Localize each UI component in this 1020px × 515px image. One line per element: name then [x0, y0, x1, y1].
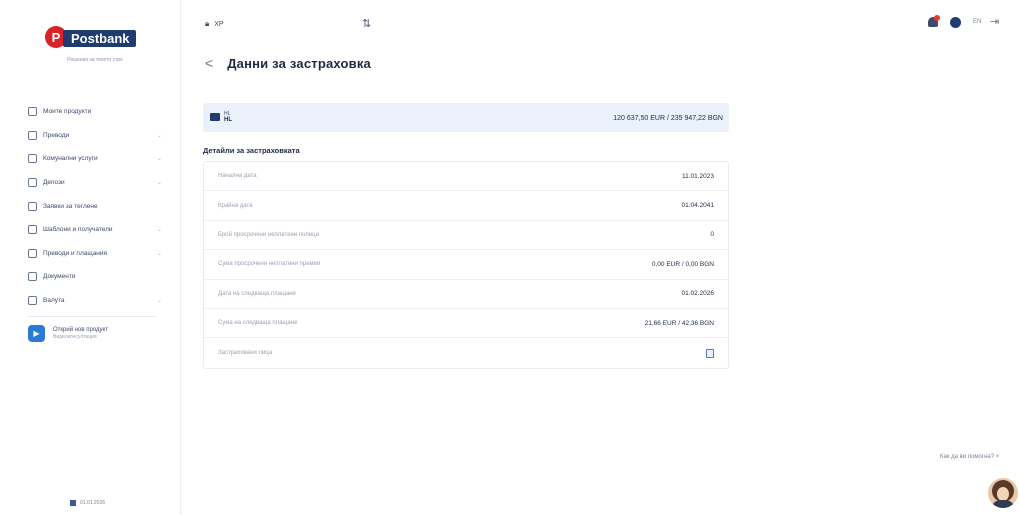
language-switch[interactable]: EN	[973, 19, 981, 25]
sidebar-item-label: Документи	[43, 273, 76, 281]
detail-row-insured-persons[interactable]: Застраховани лица	[204, 338, 728, 367]
sidebar-footer: 01.01.2026	[70, 500, 105, 506]
chevron-down-icon: ⌄	[156, 132, 162, 139]
withdrawal-icon	[28, 201, 37, 211]
detail-label: Застраховани лица	[218, 350, 273, 357]
footer-date: 01.01.2026	[80, 500, 106, 506]
detail-value: 11.01.2023	[681, 172, 714, 180]
detail-row-start-date: Начална дата 11.01.2023	[204, 162, 728, 192]
switch-icon[interactable]: ⇅	[362, 17, 371, 30]
detail-label: Сума просрочени неплатени премии	[218, 261, 321, 268]
documents-icon	[28, 272, 37, 282]
sidebar: P Postbank Решения за твоето утре Моите …	[0, 0, 181, 515]
sidebar-item-label: Преводи	[43, 131, 70, 139]
brand-tagline: Решения за твоето утре	[67, 57, 123, 63]
nav-divider	[28, 316, 156, 318]
postbank-logo[interactable]: P Postbank	[45, 26, 145, 48]
policy-summary: HL HL 120 637,50 EUR / 235 947,22 BGN	[203, 103, 729, 132]
detail-value: 0	[710, 231, 714, 239]
detail-label: Крайна дата	[218, 202, 253, 209]
calendar-icon	[70, 500, 76, 506]
promo-new-product[interactable]: ▶ Открий нов продукт Видеоконсултация	[28, 325, 168, 343]
detail-row-end-date: Крайна дата 01.04.2041	[204, 191, 728, 221]
sidebar-item-label: Комунални услуги	[43, 155, 98, 163]
top-bar: 🔒︎ ХР ⇅ EN ⇥	[180, 0, 1020, 40]
chevron-down-icon: ⌄	[156, 297, 162, 304]
notification-badge	[934, 15, 940, 21]
detail-row-next-payment-amount: Сума на следваща плащане 21,66 EUR / 42,…	[204, 309, 728, 339]
sidebar-item-deposits[interactable]: Депози ⌄	[28, 171, 168, 195]
back-button[interactable]: <	[205, 55, 213, 71]
lock-icon: 🔒︎	[205, 19, 210, 28]
sidebar-item-label: Депози	[43, 179, 65, 187]
store-indicator[interactable]: 🔒︎ ХР	[205, 19, 224, 29]
utilities-icon	[28, 154, 37, 164]
detail-row-next-payment-date: Дата на следваща плащане 01.02.2026	[204, 280, 728, 309]
sidebar-item-label: Моите продукти	[43, 108, 92, 116]
sidebar-item-transfers[interactable]: Преводи ⌄	[28, 124, 168, 148]
detail-value: 21,66 EUR / 42,36 BGN	[644, 319, 714, 327]
store-label: ХР	[214, 20, 224, 28]
card-icon	[210, 113, 220, 121]
page-title: Данни за застраховка	[227, 55, 371, 71]
chevron-down-icon: ⌄	[156, 179, 162, 186]
deposits-icon	[28, 178, 37, 188]
section-title: Детайли за застраховката	[203, 146, 300, 155]
sidebar-nav: Моите продукти Преводи ⌄ Комунални услуг…	[28, 100, 168, 343]
assistant-avatar[interactable]	[988, 478, 1018, 508]
detail-value: 0,00 EUR / 0,00 BGN	[651, 260, 714, 268]
detail-label: Брой просрочени неплатени полици	[218, 231, 319, 238]
user-profile-icon[interactable]	[950, 17, 961, 28]
page-header: < Данни за застраховка	[205, 55, 371, 71]
video-call-icon: ▶	[28, 325, 45, 343]
sidebar-item-label: Валута	[43, 297, 65, 305]
promo-title: Открий нов продукт	[53, 326, 108, 333]
details-table: Начална дата 11.01.2023 Крайна дата 01.0…	[203, 161, 729, 369]
detail-label: Дата на следваща плащане	[218, 290, 296, 297]
sidebar-item-payments[interactable]: Преводи и плащания ⌄	[28, 242, 168, 266]
detail-value: 01.04.2041	[681, 202, 714, 210]
products-icon	[28, 107, 37, 117]
detail-row-overdue-amount: Сума просрочени неплатени премии 0,00 EU…	[204, 250, 728, 280]
help-prompt[interactable]: Как да ви помогна? ×	[940, 454, 999, 460]
avatar-face	[997, 487, 1009, 501]
promo-subtitle: Видеоконсултация	[53, 333, 97, 340]
document-icon[interactable]	[706, 348, 714, 358]
sidebar-item-label: Преводи и плащания	[43, 249, 108, 257]
payments-icon	[28, 248, 37, 258]
templates-icon	[28, 225, 37, 235]
detail-value: 01.02.2026	[681, 290, 714, 298]
transfer-icon	[28, 130, 37, 140]
avatar-body	[991, 500, 1015, 508]
currency-icon	[28, 296, 37, 306]
sidebar-item-my-products[interactable]: Моите продукти	[28, 100, 168, 124]
detail-label: Сума на следваща плащане	[218, 320, 298, 327]
sidebar-item-templates[interactable]: Шаблони и получатели ⌄	[28, 218, 168, 242]
detail-label: Начална дата	[218, 173, 257, 180]
notification-bell-icon[interactable]	[926, 15, 940, 29]
chevron-down-icon: ⌄	[156, 156, 162, 163]
logout-icon[interactable]: ⇥	[990, 15, 999, 28]
sidebar-item-label: Шаблони и получатели	[43, 226, 113, 234]
sidebar-item-documents[interactable]: Документи	[28, 265, 168, 289]
sidebar-item-currency[interactable]: Валута ⌄	[28, 289, 168, 313]
logo-wordmark: Postbank	[63, 30, 136, 47]
account-label: HL HL	[224, 111, 232, 123]
policy-amount: 120 637,50 EUR / 235 947,22 BGN	[613, 115, 723, 122]
sidebar-item-label: Заявки за теглене	[43, 202, 98, 210]
sidebar-item-withdrawals[interactable]: Заявки за теглене	[28, 194, 168, 218]
account-main: HL	[224, 117, 232, 123]
sidebar-item-utilities[interactable]: Комунални услуги ⌄	[28, 147, 168, 171]
chevron-down-icon: ⌄	[156, 250, 162, 257]
detail-row-overdue-count: Брой просрочени неплатени полици 0	[204, 221, 728, 251]
chevron-down-icon: ⌄	[156, 226, 162, 233]
